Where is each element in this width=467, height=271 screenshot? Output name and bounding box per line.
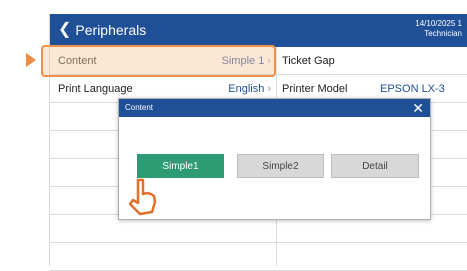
header-user: Technician bbox=[424, 29, 462, 38]
header-info: 14/10/2025 1 Technician bbox=[415, 19, 462, 39]
hand-cursor-icon bbox=[128, 178, 157, 216]
row-pointer-arrow-icon bbox=[26, 53, 36, 67]
back-label: Peripherals bbox=[75, 22, 147, 38]
chevron-left-icon: ❮ bbox=[58, 21, 72, 38]
chevron-right-icon: › bbox=[267, 82, 271, 95]
row-value: English bbox=[228, 82, 265, 95]
option-simple2-button[interactable]: Simple2 bbox=[237, 154, 324, 178]
settings-row-empty bbox=[50, 243, 467, 271]
header-date: 14/10/2025 1 bbox=[415, 19, 462, 28]
content-row-highlight bbox=[41, 45, 276, 77]
row-label-2: Ticket Gap bbox=[282, 54, 335, 67]
content-dialog: Content ✕ Simple1 Simple2 Detail bbox=[118, 98, 431, 220]
dialog-title-bar: Content ✕ bbox=[119, 99, 430, 117]
back-button[interactable]: ❮ Peripherals bbox=[58, 21, 147, 39]
dialog-title: Content bbox=[125, 103, 154, 112]
option-detail-button[interactable]: Detail bbox=[331, 154, 419, 178]
close-icon[interactable]: ✕ bbox=[412, 100, 424, 116]
app-header: ❮ Peripherals 14/10/2025 1 Technician bbox=[50, 14, 467, 47]
option-simple1-button[interactable]: Simple1 bbox=[137, 154, 224, 178]
